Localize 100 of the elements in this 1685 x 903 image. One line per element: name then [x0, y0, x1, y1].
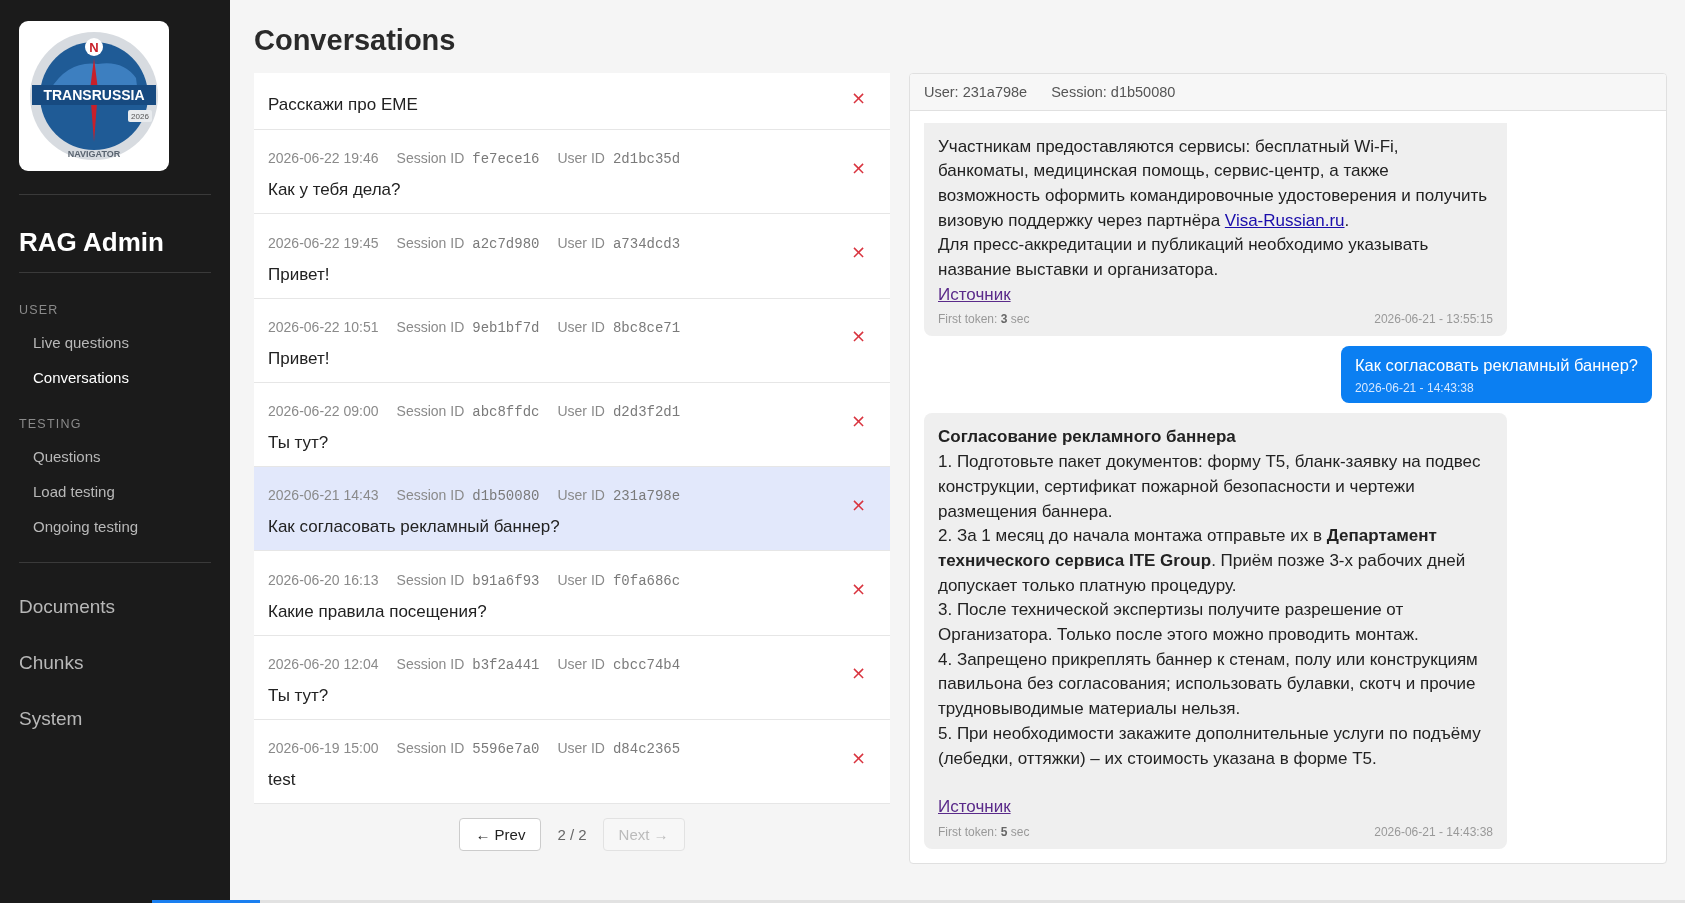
user-label: User ID: [557, 403, 605, 420]
nav-link[interactable]: System: [19, 691, 83, 747]
user-label: User ID: [557, 150, 605, 167]
user-id: 2d1bc35d: [612, 151, 681, 168]
section-label: TESTING: [19, 417, 83, 431]
session-id: b91a6f93: [472, 572, 540, 589]
session-id: 5596e7a0: [472, 741, 540, 758]
user-info: User: 231a798e: [924, 84, 1028, 100]
conversation-row[interactable]: 2026-06-22 19:46 Session ID fe7ece16 User ID 2d1bc35d Как у тебя дела? ×: [254, 130, 890, 215]
session-label: Session ID: [396, 740, 465, 757]
session-id: 9eb1bf7d: [472, 319, 540, 336]
session-label: Session ID: [396, 234, 465, 251]
conversation-date: 2026-06-20 12:04: [268, 656, 379, 673]
answer-paragraph: 2. За 1 месяц до начала монтажа отправьте их в Департамент технического сервиса ITE Group. Приём позже 3-х рабочих дней допускает только платную процедуру.: [938, 525, 1467, 597]
prev-button[interactable]: ← Prev: [459, 818, 542, 852]
source-link[interactable]: Источник: [938, 795, 1011, 820]
session-label: Session ID: [396, 150, 465, 167]
conversation-date: 2026-06-21 14:43: [268, 487, 379, 504]
page-indicator: 2 / 2: [557, 826, 587, 844]
nav-link[interactable]: Questions: [19, 439, 115, 474]
logo-title: TRANSRUSSIA: [43, 87, 145, 103]
conversation-date: 2026-06-22 10:51: [268, 318, 379, 335]
nav-link[interactable]: Live questions: [19, 325, 143, 360]
nav-link[interactable]: Documents: [19, 579, 116, 635]
session-id: a2c7d980: [472, 235, 540, 252]
answer-paragraph: 3. После технической экспертизы получите разрешение от Организатора. Только после этого можно проводить монтаж.: [938, 599, 1420, 647]
first-token-time: First token: 5 sec: [938, 824, 1030, 840]
user-id: 231a798e: [612, 488, 681, 505]
scrollbar-thumb[interactable]: [152, 900, 260, 903]
session-info: Session: d1b50080: [1051, 84, 1176, 100]
conversation-message: Как у тебя дела?: [268, 180, 401, 201]
conversation-row[interactable]: 2026-06-21 14:43 Session ID d1b50080 User ID 231a798e Как согласовать рекламный баннер? ×: [254, 467, 890, 552]
conversation-message: Привет!: [268, 264, 330, 285]
user-id: a734dcd3: [612, 235, 681, 252]
user-id: d84c2365: [612, 741, 681, 758]
answer-paragraph: 4. Запрещено прикреплять баннер к стенам, полу или конструкциям павильона без согласования; использовать булавки, скотч и прочие трудновыводимые материалы нельзя.: [938, 648, 1479, 721]
logo-letter: N: [89, 40, 99, 55]
session-label: Session ID: [396, 487, 465, 504]
answer-paragraph: Участникам предоставляются сервисы: бесплатный Wi-Fi, банкоматы, медицинская помощь, сервис-центр, а также возможность оформить командировочные удостоверения и получить визовую поддержку через партнёра Visa-Russian.ru.: [938, 135, 1489, 232]
conversation-message: Какие правила посещения?: [268, 601, 487, 622]
conversation-date: 2026-06-22 19:45: [268, 234, 379, 251]
session-label: Session ID: [396, 656, 465, 673]
delete-button[interactable]: ×: [848, 748, 868, 767]
user-id: 8bc8ce71: [612, 319, 681, 336]
source-link[interactable]: Источник: [938, 282, 1011, 308]
conversation-row[interactable]: 2026-06-19 15:00 Session ID 5596e7a0 User ID d84c2365 test ×: [254, 720, 890, 805]
user-label: User ID: [557, 234, 605, 251]
user-label: User ID: [557, 656, 605, 673]
conversation-date: 2026-06-22 09:00: [268, 403, 379, 420]
session-id: d1b50080: [472, 488, 540, 505]
conversation-message: Как согласовать рекламный баннер?: [268, 517, 560, 538]
delete-button[interactable]: ×: [848, 664, 868, 683]
delete-button[interactable]: ×: [848, 158, 868, 177]
logo-year: 2026: [131, 112, 149, 121]
delete-button[interactable]: ×: [848, 242, 868, 261]
user-label: User ID: [557, 487, 605, 504]
answer-title: Согласование рекламного баннера: [938, 426, 1237, 449]
session-label: Session ID: [396, 403, 465, 420]
session-id: b3f2a441: [472, 657, 540, 674]
delete-button[interactable]: ×: [848, 89, 868, 107]
conversation-message: Ты тут?: [268, 433, 329, 454]
user-label: User ID: [557, 318, 605, 335]
user-label: User ID: [557, 740, 605, 757]
partner-link[interactable]: Visa-Russian.ru: [1224, 210, 1345, 230]
nav-link[interactable]: Chunks: [19, 635, 84, 691]
message-time: 2026-06-21 - 13:55:15: [1374, 311, 1493, 328]
conversation-row[interactable]: Расскажи про EME ×: [254, 73, 890, 130]
conversation-date: 2026-06-20 16:13: [268, 571, 379, 588]
conversation-row[interactable]: 2026-06-22 10:51 Session ID 9eb1bf7d User ID 8bc8ce71 Привет! ×: [254, 298, 890, 383]
conversation-row[interactable]: 2026-06-20 16:13 Session ID b91a6f93 User ID f0fa686c Какие правила посещения? ×: [254, 551, 890, 636]
answer-paragraph: Для пресс-аккредитации и публикаций необходимо указывать название выставки и организатора.: [938, 234, 1430, 282]
nav-link[interactable]: Conversations: [19, 360, 143, 395]
first-token-time: First token: 3 sec: [938, 311, 1030, 328]
answer-paragraph: 1. Подготовьте пакет документов: форму Т5, бланк-заявку на подвес конструкции, сертификат пожарной безопасности и чертежи размещения баннера.: [938, 451, 1482, 523]
nav-link[interactable]: Ongoing testing: [19, 509, 153, 544]
nav-link[interactable]: Load testing: [19, 474, 129, 509]
user-id: f0fa686c: [612, 572, 681, 589]
logo-subtitle: NAVIGATOR: [67, 149, 121, 159]
conversation-row[interactable]: 2026-06-20 12:04 Session ID b3f2a441 User ID cbcc74b4 Ты тут? ×: [254, 635, 890, 721]
user-id: d2d3f2d1: [612, 404, 681, 421]
app-title: RAG Admin: [19, 226, 165, 259]
user-id: cbcc74b4: [612, 657, 681, 674]
session-label: Session ID: [396, 571, 465, 588]
delete-button[interactable]: ×: [848, 411, 868, 430]
conversation-row[interactable]: 2026-06-22 19:45 Session ID a2c7d980 User ID a734dcd3 Привет! ×: [254, 214, 890, 299]
delete-button[interactable]: ×: [848, 580, 868, 599]
conversation-message: Расскажи про EME: [268, 95, 418, 115]
session-label: Session ID: [396, 318, 465, 335]
page-title: Conversations: [254, 24, 456, 57]
conversation-date: 2026-06-22 19:46: [268, 150, 379, 167]
conversation-message: test: [268, 770, 296, 791]
conversation-message: Привет!: [268, 348, 330, 369]
delete-button[interactable]: ×: [848, 495, 868, 514]
session-id: fe7ece16: [472, 151, 540, 168]
session-id: abc8ffdc: [472, 404, 540, 421]
section-label: USER: [19, 303, 60, 317]
delete-button[interactable]: ×: [848, 327, 868, 346]
message-text: Как согласовать рекламный баннер?: [1354, 356, 1638, 376]
user-label: User ID: [557, 571, 605, 588]
message-time: 2026-06-21 - 14:43:38: [1354, 381, 1475, 396]
